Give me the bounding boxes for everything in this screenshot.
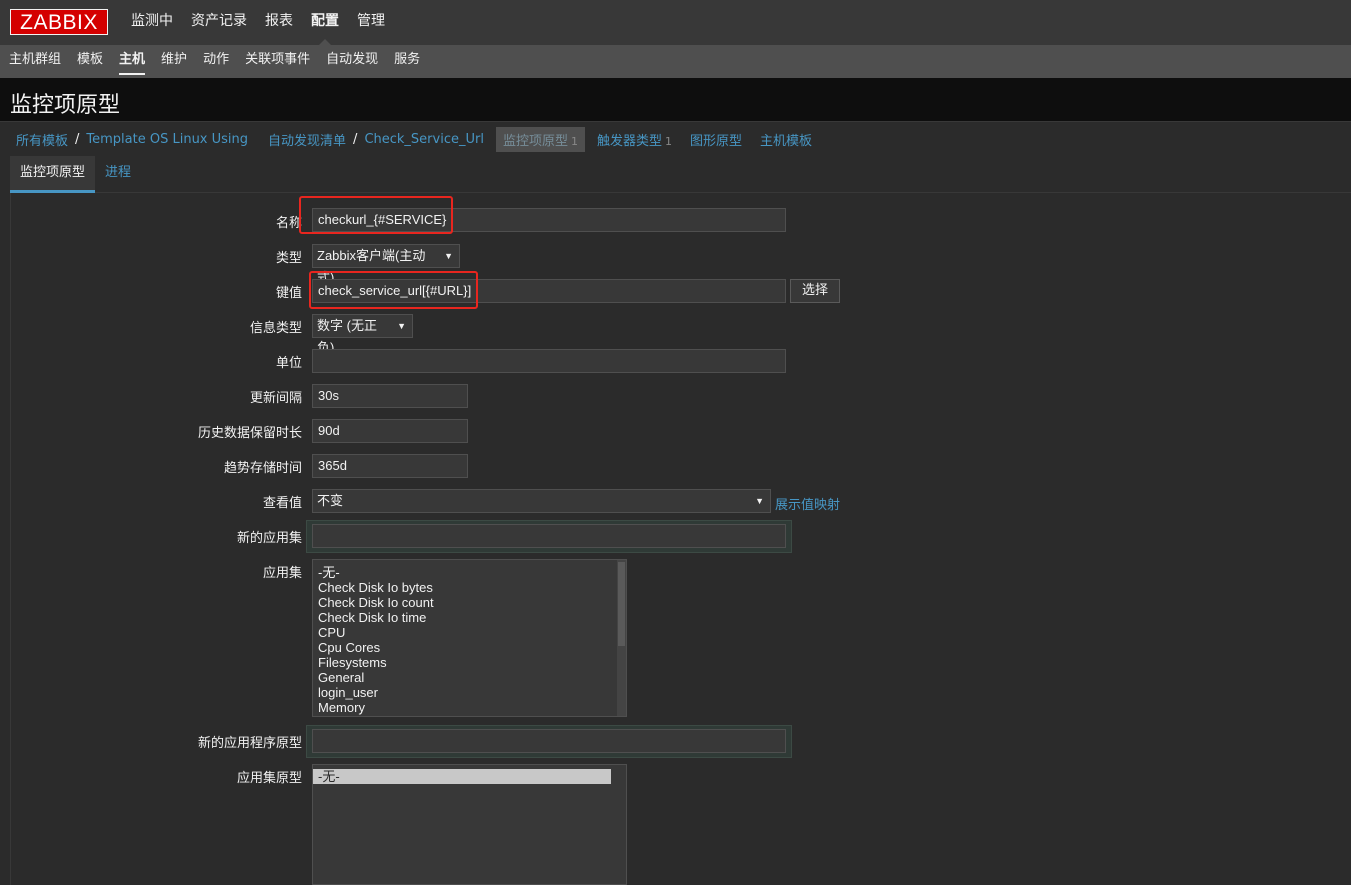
sub-nav-maintenance[interactable]: 维护	[153, 45, 195, 78]
sub-nav-services[interactable]: 服务	[386, 45, 428, 78]
new-application-input[interactable]	[312, 524, 786, 548]
breadcrumb-trigger-prototypes[interactable]: 触发器类型 1	[591, 130, 678, 149]
application-prototypes-listbox[interactable]: -无-	[312, 764, 627, 885]
item-prototypes-count: 1	[570, 134, 578, 148]
top-nav-configuration[interactable]: 配置	[302, 0, 348, 45]
top-nav: 监测中 资产记录 报表 配置 管理	[122, 0, 394, 45]
list-item[interactable]: Check Disk Io count	[313, 595, 626, 610]
key-label: 键值	[275, 286, 302, 301]
select-key-button[interactable]: 选择	[790, 279, 840, 303]
show-value-select-value: 不变	[317, 493, 344, 508]
interval-input[interactable]: 30s	[312, 384, 468, 408]
application-prototypes-label: 应用集原型	[236, 771, 302, 786]
breadcrumb-item-prototypes-label: 监控项原型	[502, 133, 568, 149]
new-application-prototype-label: 新的应用程序原型	[197, 736, 302, 751]
units-label: 单位	[275, 356, 302, 371]
dropdown-arrow-icon: ▼	[755, 496, 764, 506]
page-title: 监控项原型	[10, 93, 121, 118]
breadcrumb-discovery-list[interactable]: 自动发现清单	[262, 130, 352, 149]
applications-label: 应用集	[262, 566, 302, 581]
sub-nav-templates[interactable]: 模板	[69, 45, 111, 78]
sub-nav-actions[interactable]: 动作	[195, 45, 237, 78]
breadcrumb-template[interactable]: Template OS Linux Using	[80, 132, 254, 147]
breadcrumb-all-templates[interactable]: 所有模板	[10, 130, 74, 149]
list-item[interactable]: General	[313, 670, 626, 685]
tab-preprocessing[interactable]: 进程	[95, 156, 141, 190]
scrollbar-thumb[interactable]	[618, 562, 625, 646]
units-input[interactable]	[312, 349, 786, 373]
trends-label: 趋势存储时间	[223, 461, 302, 476]
breadcrumb-trigger-prototypes-label: 触发器类型	[596, 133, 662, 149]
top-nav-reports[interactable]: 报表	[256, 0, 302, 45]
zabbix-logo[interactable]: ZABBIX	[10, 9, 108, 35]
sub-nav-correlation[interactable]: 关联项事件	[237, 45, 318, 78]
new-application-prototype-input[interactable]	[312, 729, 786, 753]
list-item[interactable]: Check Disk Io time	[313, 610, 626, 625]
sub-nav-hosts[interactable]: 主机	[111, 45, 153, 78]
form-tabs: 监控项原型 进程	[10, 156, 1351, 193]
top-nav-monitoring[interactable]: 监测中	[122, 0, 182, 45]
type-select[interactable]: Zabbix客户端(主动式) ▼	[312, 244, 460, 285]
breadcrumb-item-prototypes[interactable]: 监控项原型 1	[495, 126, 585, 152]
top-nav-administration[interactable]: 管理	[348, 0, 394, 45]
sub-nav-discovery[interactable]: 自动发现	[318, 45, 386, 78]
list-item[interactable]: Filesystems	[313, 655, 626, 670]
trends-input[interactable]: 365d	[312, 454, 468, 478]
page-header: 监控项原型	[0, 78, 1351, 122]
top-bar: ZABBIX 监测中 资产记录 报表 配置 管理	[0, 0, 1351, 45]
history-input[interactable]: 90d	[312, 419, 468, 443]
top-nav-inventory[interactable]: 资产记录	[182, 0, 256, 45]
breadcrumb-rule[interactable]: Check_Service_Url	[358, 132, 490, 147]
dropdown-arrow-icon: ▼	[444, 251, 453, 261]
show-value-label: 查看值	[262, 496, 302, 511]
tab-item-prototype[interactable]: 监控项原型	[10, 156, 96, 193]
list-item[interactable]: -无-	[313, 769, 611, 784]
applications-scrollbar[interactable]	[617, 560, 626, 716]
type-label: 类型	[275, 251, 302, 266]
interval-label: 更新间隔	[249, 391, 302, 406]
list-item[interactable]: Memory	[313, 700, 626, 715]
sub-nav-host-groups[interactable]: 主机群组	[1, 45, 69, 78]
new-application-label: 新的应用集	[236, 531, 302, 546]
list-item[interactable]: login_user	[313, 685, 626, 700]
applications-listbox[interactable]: -无- Check Disk Io bytes Check Disk Io co…	[312, 559, 627, 717]
trigger-prototypes-count: 1	[664, 134, 672, 148]
breadcrumb-host-prototypes[interactable]: 主机模板	[754, 130, 818, 149]
list-item[interactable]: Cpu Cores	[313, 640, 626, 655]
key-highlight-box	[309, 271, 478, 309]
sub-nav: 主机群组 模板 主机 维护 动作 关联项事件 自动发现 服务	[0, 45, 1351, 78]
info-type-select[interactable]: 数字 (无正负) ▼	[312, 314, 413, 355]
item-prototype-form: 名称 checkurl_{#SERVICE} 类型 Zabbix客户端(主动式)…	[10, 193, 1351, 885]
list-item[interactable]: Check Disk Io bytes	[313, 580, 626, 595]
dropdown-arrow-icon: ▼	[397, 321, 406, 331]
breadcrumb: 所有模板 / Template OS Linux Using 自动发现清单 / …	[10, 122, 1351, 156]
show-value-select[interactable]: 不变 ▼	[312, 489, 771, 513]
history-label: 历史数据保留时长	[197, 426, 302, 441]
list-item[interactable]: CPU	[313, 625, 626, 640]
breadcrumb-graph-prototypes[interactable]: 图形原型	[684, 130, 748, 149]
name-highlight-box	[299, 196, 453, 234]
show-value-mappings-link[interactable]: 展示值映射	[775, 494, 840, 513]
list-item[interactable]: -无-	[313, 565, 626, 580]
info-type-label: 信息类型	[249, 321, 302, 336]
